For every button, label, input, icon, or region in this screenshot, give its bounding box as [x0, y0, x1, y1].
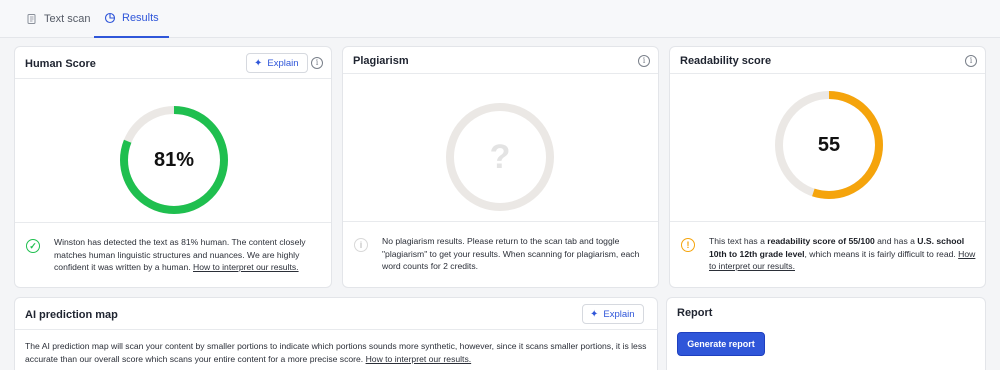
- interpret-results-link[interactable]: How to interpret our results.: [193, 262, 299, 272]
- readability-description: This text has a readability score of 55/…: [709, 235, 981, 273]
- human-score-card: Human Score ✦ Explain i 81% ✓ Winston ha…: [14, 46, 332, 288]
- readability-value: 55: [817, 133, 841, 156]
- explain-button[interactable]: ✦ Explain: [582, 304, 644, 324]
- explain-button[interactable]: ✦ Explain: [246, 53, 308, 73]
- tab-results-label: Results: [122, 12, 159, 24]
- generate-report-button[interactable]: Generate report: [677, 332, 765, 356]
- human-score-footer: ✓ Winston has detected the text as 81% h…: [15, 222, 331, 288]
- check-circle-icon: ✓: [26, 239, 40, 253]
- readability-score-text: readability score of 55/100: [767, 236, 875, 246]
- plagiarism-message: No plagiarism results. Please return to …: [382, 236, 640, 271]
- plagiarism-footer: i No plagiarism results. Please return t…: [343, 221, 658, 288]
- plagiarism-title: Plagiarism: [353, 55, 409, 67]
- question-mark-icon: ?: [489, 137, 511, 176]
- plagiarism-header: Plagiarism i: [343, 47, 658, 74]
- chart-icon: [104, 12, 116, 24]
- ai-map-desc-text: The AI prediction map will scan your con…: [25, 341, 647, 364]
- ai-map-header: AI prediction map ✦ Explain: [15, 298, 657, 330]
- human-score-header: Human Score ✦ Explain i: [15, 47, 331, 79]
- tab-text-scan-label: Text scan: [44, 13, 91, 25]
- ai-map-description: The AI prediction map will scan your con…: [25, 340, 653, 365]
- tab-text-scan[interactable]: Text scan: [26, 0, 90, 38]
- readability-header: Readability score i: [670, 47, 985, 74]
- readability-desc-part: This text has a: [709, 236, 768, 246]
- readability-footer: ! This text has a readability score of 5…: [670, 221, 985, 288]
- document-icon: [27, 14, 36, 24]
- interpret-results-link[interactable]: How to interpret our results.: [366, 354, 472, 364]
- tab-results[interactable]: Results: [94, 0, 169, 38]
- report-title: Report: [677, 307, 713, 319]
- results-tab-bar: Text scan Results: [0, 0, 1000, 38]
- readability-desc-part: , which means it is fairly difficult to …: [804, 248, 959, 259]
- warning-circle-icon: !: [681, 238, 695, 252]
- sparkle-icon: ✦: [254, 57, 263, 69]
- plagiarism-gauge: ?: [444, 101, 556, 213]
- ai-prediction-map-card: AI prediction map ✦ Explain The AI predi…: [14, 297, 658, 370]
- readability-gauge: 55: [773, 89, 885, 201]
- explain-label: Explain: [603, 308, 635, 320]
- report-header: Report: [667, 298, 985, 325]
- human-score-description: Winston has detected the text as 81% hum…: [54, 236, 326, 274]
- ai-map-title: AI prediction map: [25, 309, 118, 321]
- explain-label: Explain: [267, 57, 299, 69]
- info-icon[interactable]: i: [638, 55, 650, 67]
- info-icon[interactable]: i: [965, 55, 977, 67]
- plagiarism-card: Plagiarism i ? i No plagiarism results. …: [342, 46, 659, 288]
- info-circle-icon: i: [354, 238, 368, 252]
- readability-title: Readability score: [680, 55, 772, 67]
- report-card: Report Generate report: [666, 297, 986, 370]
- human-score-gauge: 81%: [118, 104, 230, 216]
- info-icon[interactable]: i: [311, 57, 323, 69]
- readability-card: Readability score i 55 ! This text has a…: [669, 46, 986, 288]
- human-score-value: 81%: [153, 148, 195, 171]
- sparkle-icon: ✦: [590, 308, 599, 320]
- readability-desc-part: and has a: [874, 236, 918, 246]
- human-score-title: Human Score: [25, 58, 96, 70]
